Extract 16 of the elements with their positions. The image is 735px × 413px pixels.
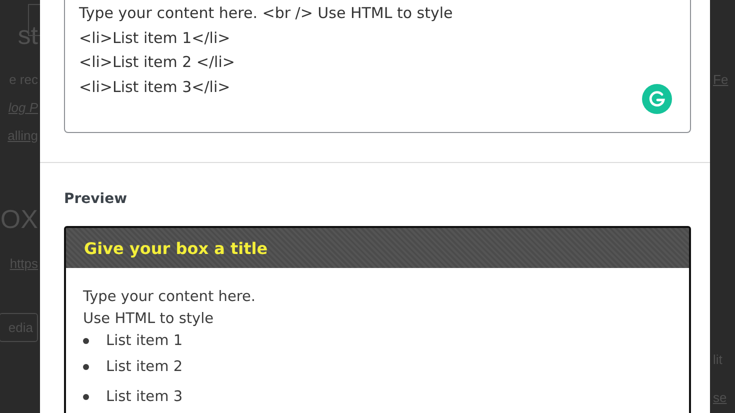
bullet-icon (83, 338, 89, 344)
content-field[interactable]: Type your content here. <br /> Use HTML to style <li>List item 1</li> <li>List item 2 </li> <li>List item 3</li> (64, 0, 691, 133)
body-text: Type your content here. (83, 288, 257, 307)
section-heading: Preview (64, 191, 128, 207)
bullet-icon (83, 364, 89, 370)
code-line: <li>List item 2 </li> (79, 52, 236, 73)
list-item: List item 2 (106, 359, 183, 375)
code-line: <li>List item 1</li> (79, 28, 232, 48)
code-line: Type your content here. <br /> Use HTML to style (79, 3, 454, 24)
body-text: Use HTML to style (83, 310, 215, 329)
code-line: <li>List item 3</li> (79, 76, 232, 98)
list-item: List item 1 (106, 333, 183, 349)
list-item: List item 3 (106, 389, 183, 405)
bullet-icon (83, 394, 89, 400)
grammar-assistant-icon[interactable] (642, 84, 672, 114)
box-title: Give your box a title (84, 238, 268, 258)
